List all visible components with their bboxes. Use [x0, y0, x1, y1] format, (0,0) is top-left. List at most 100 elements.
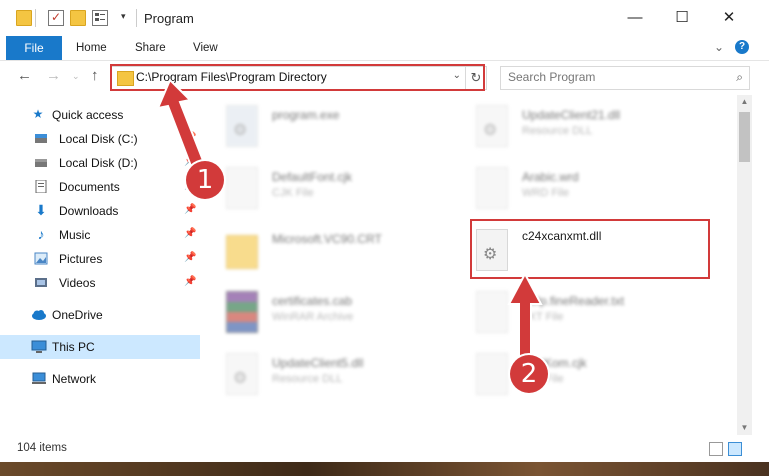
file-icon: [476, 291, 508, 333]
sidebar-item-label: Documents: [59, 180, 120, 194]
list-item[interactable]: Arabic.wrd WRD File: [460, 157, 700, 217]
exe-icon: ⚙: [226, 105, 258, 147]
sidebar-item-label: OneDrive: [52, 308, 103, 322]
folder-icon: [16, 10, 32, 26]
file-list: ⚙ program.exe ⚙ UpdateClient21.dll Resou…: [210, 95, 735, 435]
tab-share[interactable]: Share: [135, 36, 166, 60]
forward-arrow-icon[interactable]: →: [46, 67, 61, 84]
file-name: Arabic.wrd: [522, 170, 579, 184]
gear-icon: ⚙: [233, 370, 248, 387]
pin-icon[interactable]: 📌: [184, 276, 196, 287]
pin-icon[interactable]: 📌: [184, 252, 196, 263]
desktop-wallpaper: [0, 462, 769, 476]
divider: [136, 9, 137, 27]
scroll-down-icon[interactable]: ▼: [737, 421, 752, 435]
file-name: Microsoft.VC90.CRT: [272, 232, 382, 246]
drive-icon: [34, 132, 48, 145]
file-type: Resource DLL: [272, 373, 343, 385]
file-type: WinRAR Archive: [272, 311, 354, 323]
list-item[interactable]: ⚙ UpdateClient5.dll Resource DLL: [210, 343, 450, 403]
file-type: WRD File: [522, 187, 570, 199]
music-icon: ♪: [37, 226, 45, 242]
details-view-icon[interactable]: [709, 442, 723, 456]
rar-icon: [226, 291, 258, 333]
step-2-badge: 2: [510, 355, 548, 393]
list-item[interactable]: certificates.cab WinRAR Archive: [210, 281, 450, 341]
sidebar-item-music[interactable]: ♪ Music 📌: [0, 223, 200, 247]
divider: [35, 9, 36, 27]
folder-icon: [226, 235, 258, 269]
star-icon: ★: [32, 107, 44, 121]
status-bar: 104 items: [0, 437, 769, 462]
file-name: DefaultFont.cjk: [272, 170, 353, 184]
title-bar: ✓ ▾ Program — ☐ ✕: [0, 0, 769, 36]
pin-icon[interactable]: 📌: [184, 204, 196, 215]
file-name: UpdateClient5.dll: [272, 356, 364, 370]
file-name: program.exe: [272, 108, 340, 122]
drive-icon: [34, 156, 48, 169]
close-button[interactable]: ✕: [706, 0, 752, 36]
sidebar-item-label: Downloads: [59, 204, 119, 218]
video-icon: [34, 276, 48, 289]
search-placeholder: Search Program: [508, 70, 596, 84]
sidebar-item-downloads[interactable]: ⬇ Downloads 📌: [0, 199, 200, 223]
back-arrow-icon[interactable]: ←: [17, 67, 32, 84]
list-item[interactable]: TestKom.cjk CJK File: [460, 343, 700, 403]
file-explorer-window: ✓ ▾ Program — ☐ ✕ File Home Share View ⌄…: [0, 0, 769, 462]
sidebar-item-label: Quick access: [52, 108, 124, 122]
maximize-button[interactable]: ☐: [659, 0, 705, 36]
chevron-down-icon[interactable]: ▾: [121, 11, 126, 22]
cloud-icon: [31, 308, 46, 321]
ribbon: File Home Share View ⌄ ?: [0, 36, 769, 61]
sidebar-item-label: Network: [52, 372, 97, 386]
help-icon[interactable]: ?: [735, 40, 749, 54]
sidebar-item-label: Pictures: [59, 252, 103, 266]
tab-home[interactable]: Home: [76, 36, 107, 60]
sidebar-item-network[interactable]: Network: [0, 367, 200, 391]
sidebar-item-label: Music: [59, 228, 91, 242]
file-type: Resource DLL: [522, 125, 593, 137]
document-icon: [34, 179, 48, 194]
tab-view[interactable]: View: [193, 36, 218, 60]
list-item[interactable]: DefaultFont.cjk CJK File: [210, 157, 450, 217]
minimize-button[interactable]: —: [612, 0, 658, 36]
pin-icon[interactable]: 📌: [184, 228, 196, 239]
scrollbar-thumb[interactable]: [739, 112, 750, 162]
file-name: certificates.cab: [272, 294, 353, 308]
sidebar-item-onedrive[interactable]: OneDrive: [0, 303, 200, 327]
file-icon: [226, 167, 258, 209]
chevron-down-icon[interactable]: ⌄: [714, 40, 724, 54]
file-icon: [476, 167, 508, 209]
sidebar-item-label: Local Disk (D:): [59, 156, 138, 170]
address-row: ← → ⌄ ↑ C:\Program Files\Program Directo…: [0, 61, 769, 93]
new-folder-icon[interactable]: [70, 10, 86, 26]
picture-icon: [34, 252, 48, 265]
list-item[interactable]: Microsoft.VC90.CRT: [210, 219, 450, 279]
customize-toolbar-icon[interactable]: [92, 10, 108, 26]
sidebar-item-videos[interactable]: Videos 📌: [0, 271, 200, 295]
properties-check-icon[interactable]: ✓: [48, 10, 64, 26]
step-1-badge: 1: [186, 161, 224, 199]
list-item[interactable]: Help.fineReader.txt TXT File: [460, 281, 700, 341]
large-icons-view-icon[interactable]: [728, 442, 742, 456]
window-title: Program: [144, 11, 194, 26]
scroll-up-icon[interactable]: ▲: [737, 95, 752, 109]
sidebar-item-this-pc[interactable]: This PC: [0, 335, 200, 359]
file-name: UpdateClient21.dll: [522, 108, 621, 122]
search-input[interactable]: Search Program ⌕: [500, 66, 750, 90]
recent-chevron-icon[interactable]: ⌄: [72, 71, 80, 82]
up-arrow-icon[interactable]: ↑: [91, 67, 99, 84]
file-icon: [476, 353, 508, 395]
gear-icon: ⚙: [233, 122, 248, 139]
computer-icon: [31, 340, 47, 353]
network-icon: [31, 372, 46, 385]
list-item[interactable]: ⚙ program.exe: [210, 95, 450, 155]
item-count: 104 items: [17, 442, 67, 454]
tab-file[interactable]: File: [6, 36, 62, 60]
sidebar-item-pictures[interactable]: Pictures 📌: [0, 247, 200, 271]
list-item[interactable]: ⚙ UpdateClient21.dll Resource DLL: [460, 95, 700, 155]
sidebar-item-label: This PC: [52, 340, 95, 354]
sidebar-item-label: Local Disk (C:): [59, 132, 138, 146]
dll-icon: ⚙: [476, 105, 508, 147]
search-icon: ⌕: [736, 70, 743, 84]
